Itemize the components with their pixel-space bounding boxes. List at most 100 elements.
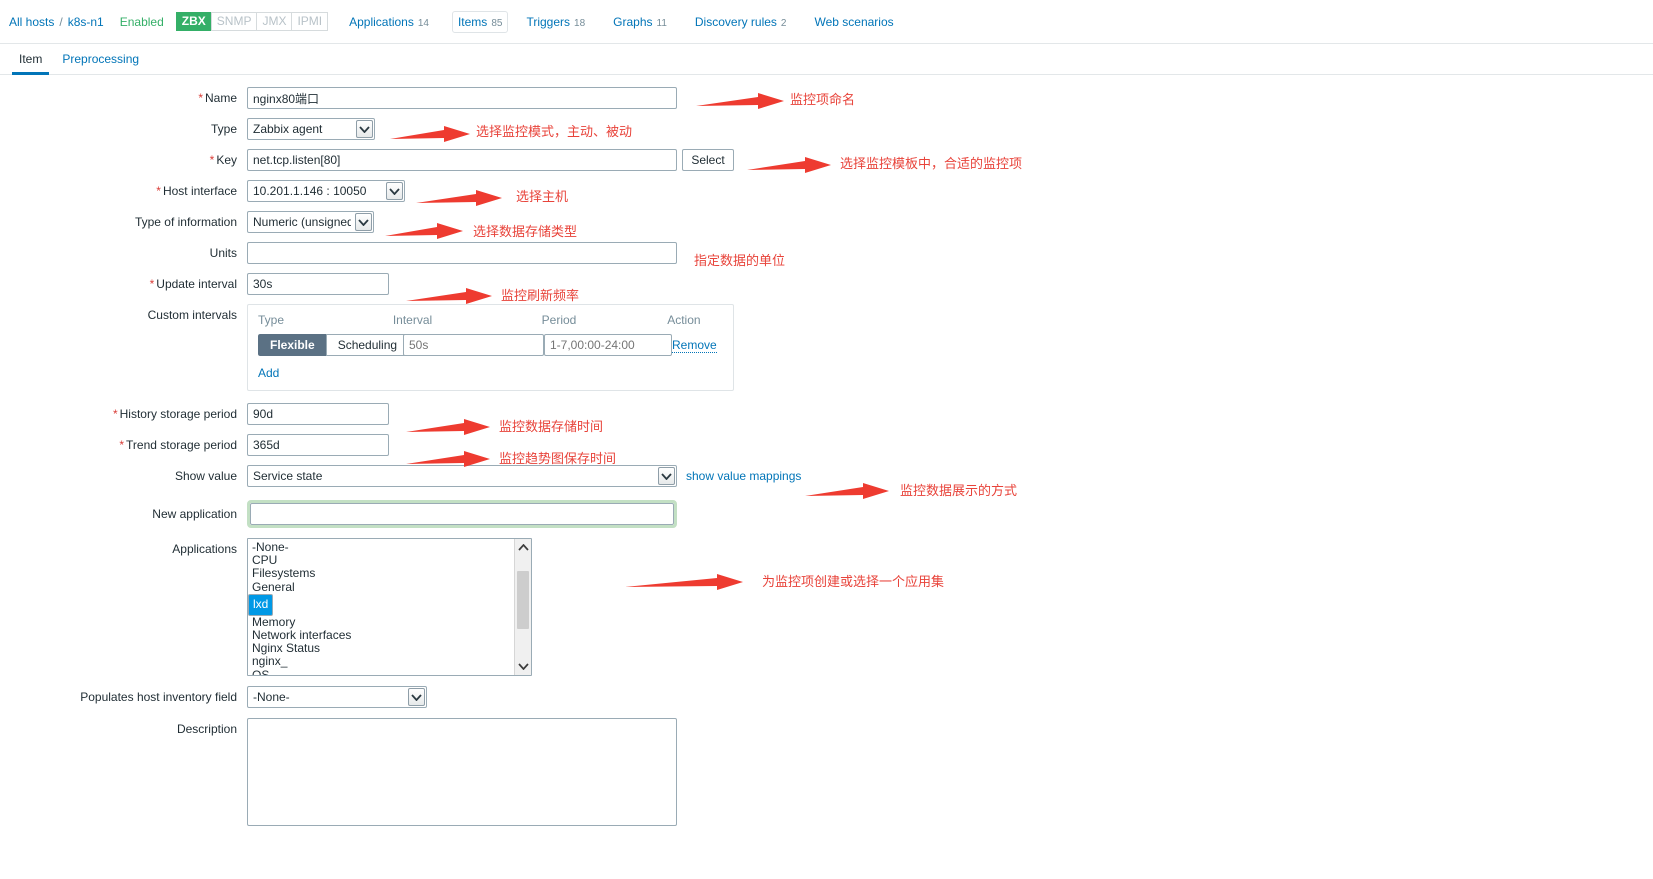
nav-link-triggers-count: 18: [574, 17, 586, 29]
nav-link-discovery-rules-label: Discovery rules: [694, 14, 777, 29]
annotation-name: 监控项命名: [790, 92, 856, 107]
custom-interval-interval-cell: [403, 334, 544, 356]
nav-link-discovery-rules[interactable]: Discovery rules 2: [690, 12, 792, 32]
custom-intervals-add-row: Add: [258, 366, 723, 380]
host-status[interactable]: Enabled: [120, 15, 164, 29]
type-of-information-select[interactable]: Numeric (unsigned): [247, 211, 374, 233]
nav-link-items-count: 85: [491, 17, 503, 29]
key-input[interactable]: [247, 149, 677, 171]
tab-preprocessing[interactable]: Preprocessing: [52, 52, 149, 74]
custom-intervals-add-link[interactable]: Add: [258, 366, 279, 380]
list-item[interactable]: -None-: [248, 540, 531, 554]
custom-interval-flexible-option[interactable]: Flexible: [258, 334, 326, 356]
annotation-arrow-key: [747, 157, 831, 173]
custom-intervals-header-action: Action: [667, 313, 701, 327]
new-application-input[interactable]: [250, 503, 674, 525]
list-item[interactable]: General: [248, 580, 531, 594]
history-storage-period-input[interactable]: [247, 403, 389, 425]
field-row-update-interval: * Update interval: [0, 273, 1653, 295]
custom-interval-interval-input[interactable]: [403, 334, 544, 356]
annotation-type: 选择监控模式，主动、被动: [476, 124, 633, 139]
breadcrumb-all-hosts[interactable]: All hosts: [9, 15, 54, 29]
nav-link-applications[interactable]: Applications 14: [344, 12, 434, 32]
required-marker: *: [156, 184, 161, 198]
annotation-arrow-update-interval: [406, 288, 492, 304]
item-configuration-form: *Name Type Zabbix agent *Key Select *Hos…: [0, 75, 1653, 826]
interface-tag-jmx: JMX: [256, 12, 292, 31]
custom-interval-scheduling-option[interactable]: Scheduling: [325, 334, 410, 356]
nav-link-web-scenarios[interactable]: Web scenarios: [809, 12, 898, 32]
label-new-application: New application: [152, 507, 237, 521]
nav-link-triggers[interactable]: Triggers 18: [521, 12, 590, 32]
nav-link-items[interactable]: Items 85: [451, 10, 509, 33]
custom-interval-action-cell: Remove: [672, 338, 723, 353]
annotation-trend-storage-period: 监控趋势图保存时间: [499, 451, 617, 466]
list-item-selected[interactable]: lxd: [248, 593, 274, 616]
nav-link-graphs[interactable]: Graphs 11: [608, 12, 672, 32]
trend-storage-period-input[interactable]: [247, 434, 389, 456]
item-form-tabs: Item Preprocessing: [0, 44, 1653, 75]
annotation-arrow-host-interface: [416, 190, 502, 206]
label-name: * Name: [198, 91, 237, 105]
custom-interval-remove-link[interactable]: Remove: [672, 338, 717, 353]
nav-link-graphs-label: Graphs: [613, 14, 653, 29]
chevron-down-icon: [408, 688, 425, 706]
label-trend-storage-period: * Trend storage period: [119, 438, 237, 452]
label-update-interval: * Update interval: [149, 277, 237, 291]
update-interval-input[interactable]: [247, 273, 389, 295]
scrollbar-thumb[interactable]: [517, 571, 529, 629]
custom-intervals-header-type: Type: [258, 313, 285, 327]
show-value-mappings-link[interactable]: show value mappings: [686, 465, 801, 483]
annotation-arrow-show-value: [805, 483, 889, 499]
field-row-host-interface: * Host interface 10.201.1.146 : 10050: [0, 180, 1653, 202]
required-marker: *: [119, 438, 125, 452]
scroll-up-icon[interactable]: [515, 539, 531, 556]
label-host-interface: * Host interface: [156, 184, 237, 198]
field-row-description: Description: [0, 718, 1653, 826]
label-units: Units: [209, 246, 237, 260]
units-input[interactable]: [247, 242, 677, 264]
annotation-arrow-applications: [625, 574, 743, 590]
annotation-applications: 为监控项创建或选择一个应用集: [762, 574, 945, 589]
label-custom-intervals: Custom intervals: [147, 308, 237, 322]
nav-link-applications-label: Applications: [349, 14, 414, 29]
field-row-type: Type Zabbix agent: [0, 118, 1653, 140]
chevron-down-icon: [386, 182, 403, 200]
applications-scrollbar[interactable]: [514, 539, 531, 675]
type-select[interactable]: Zabbix agent: [247, 118, 375, 140]
host-interface-select[interactable]: 10.201.1.146 : 10050: [247, 180, 405, 202]
annotation-key: 选择监控模板中，合适的监控项: [840, 156, 1023, 171]
breadcrumb-host[interactable]: k8s-n1: [68, 15, 104, 29]
label-type-of-information: Type of information: [134, 215, 237, 229]
list-item[interactable]: nginx_: [248, 655, 531, 668]
populates-host-inventory-field-select[interactable]: -None-: [247, 686, 427, 708]
description-textarea[interactable]: [247, 718, 677, 826]
nav-link-discovery-rules-count: 2: [780, 17, 787, 29]
interface-availability-group: ZBX SNMP JMX IPMI: [175, 12, 329, 31]
interface-tag-zbx: ZBX: [175, 12, 211, 31]
label-key: * Key: [209, 153, 237, 167]
custom-intervals-row: Flexible Scheduling Remove: [258, 334, 723, 356]
field-row-new-application: New application: [0, 500, 1653, 528]
tab-item[interactable]: Item: [9, 52, 52, 75]
annotation-host-interface: 选择主机: [516, 189, 569, 204]
list-item[interactable]: Nginx Status: [248, 642, 531, 655]
required-marker: *: [209, 153, 215, 167]
scroll-down-icon[interactable]: [515, 658, 531, 675]
annotation-arrow-name: [696, 93, 784, 109]
custom-interval-period-input[interactable]: [544, 334, 672, 356]
name-input[interactable]: [247, 87, 677, 109]
breadcrumb-separator: /: [59, 14, 63, 29]
annotation-arrow-type: [390, 126, 470, 142]
label-applications: Applications: [172, 542, 237, 556]
list-item[interactable]: OS: [248, 668, 531, 675]
applications-listbox[interactable]: -None- CPU Filesystems General lxd Memor…: [247, 538, 532, 676]
nav-link-web-scenarios-label: Web scenarios: [814, 14, 894, 29]
list-item[interactable]: Filesystems: [248, 567, 531, 580]
custom-intervals-header-interval: Interval: [392, 313, 433, 327]
key-select-button[interactable]: Select: [682, 149, 734, 171]
label-show-value: Show value: [174, 469, 237, 483]
required-marker: *: [198, 91, 203, 105]
custom-interval-period-cell: [544, 334, 672, 356]
label-type: Type: [210, 122, 237, 136]
